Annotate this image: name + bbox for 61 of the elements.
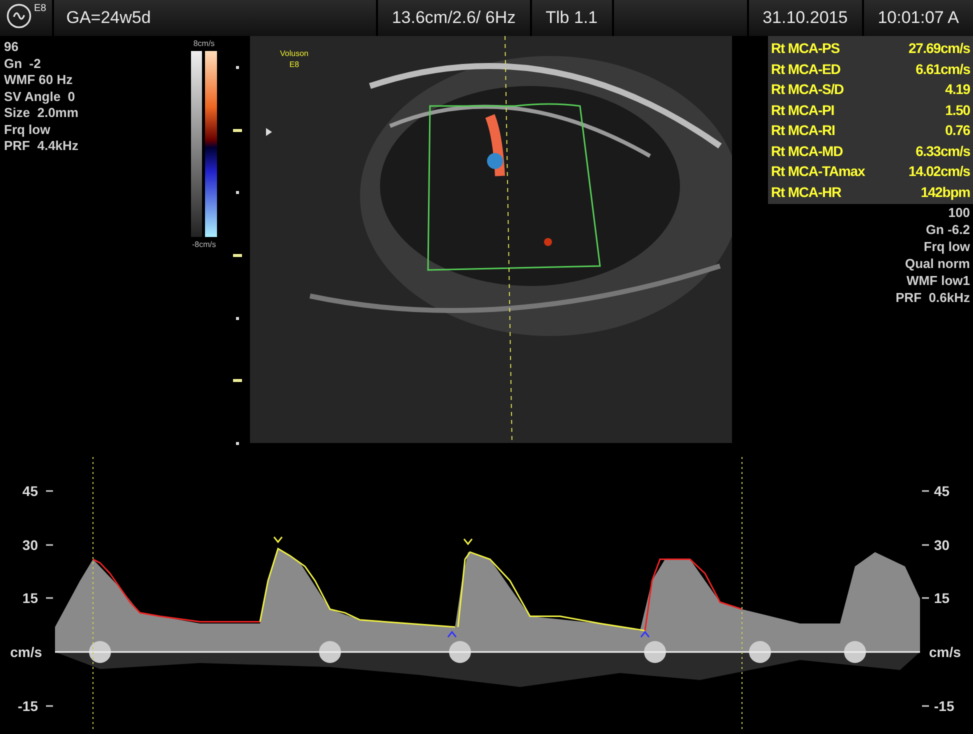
axis-tick-label: 45 (934, 483, 950, 499)
depth-mark (232, 379, 242, 382)
model-label: E8 (34, 3, 46, 14)
parameter-text: PRF 4.4kHz (4, 138, 80, 154)
axis-unit-label: cm/s (929, 644, 961, 660)
depth-mark (236, 442, 238, 445)
parameter-text: 100 (948, 204, 970, 221)
measurement-value: 1.50 (945, 100, 970, 120)
measurement-label: Rt MCA-RI (771, 121, 835, 140)
axis-tick-mark (922, 705, 929, 707)
axis-tick-label: 45 (22, 483, 38, 499)
axis-tick-mark (46, 705, 53, 707)
measurement-value: 0.76 (945, 121, 970, 140)
parameter-text: Qual norm (904, 255, 970, 272)
axis-tick-mark (46, 544, 53, 546)
parameter-text: Frq low (4, 122, 52, 138)
parameter-text: Gn -2 (4, 56, 42, 72)
measurement-label: Rt MCA-PI (771, 100, 834, 120)
logo-icon (6, 3, 32, 29)
axis-tick-label: 30 (22, 537, 38, 553)
axis-tick-label: -15 (18, 698, 38, 714)
measurement-label: Rt MCA-MD (771, 142, 843, 160)
measurement-value: 27.69cm/s (908, 39, 970, 58)
probe-label: E8 (289, 59, 300, 70)
parameter-text: Gn -6.2 (926, 221, 970, 238)
axis-tick-mark (46, 490, 53, 492)
axis-tick-label: 15 (934, 590, 950, 606)
axis-tick-label: -15 (934, 698, 954, 714)
axis-tick-mark (46, 597, 53, 599)
parameter-text: SV Angle 0 (4, 88, 76, 105)
scale-max-label: 8cm/s (193, 39, 215, 48)
axis-tick-label: 15 (22, 590, 38, 606)
depth-mark (232, 128, 242, 132)
header-field: GA=24w5d (66, 8, 151, 28)
parameter-text: WMF low1 (906, 272, 970, 289)
depth-mark (236, 316, 238, 320)
depth-mark (236, 191, 238, 194)
axis-tick-mark (922, 597, 929, 599)
measurement-label: Rt MCA-ED (771, 60, 840, 78)
axis-tick-mark (922, 544, 929, 546)
parameter-text: Frq low (924, 238, 970, 255)
parameter-text: PRF 0.6kHz (896, 289, 970, 306)
measurement-value: 14.02cm/s (908, 162, 970, 181)
measurement-label: Rt MCA-TAmax (771, 162, 865, 181)
measurement-value: 6.33cm/s (916, 142, 970, 160)
probe-label: Voluson (280, 48, 308, 59)
parameter-text: Size 2.0mm (4, 105, 80, 122)
depth-mark (232, 254, 242, 257)
measurement-label: Rt MCA-S/D (771, 80, 844, 99)
measurement-value: 142bpm (920, 182, 970, 202)
measurement-label: Rt MCA-HR (771, 182, 842, 202)
depth-mark (236, 66, 238, 69)
measurement-value: 6.61cm/s (916, 60, 970, 78)
parameter-text: 96 (4, 39, 20, 56)
scale-min-label: -8cm/s (192, 240, 216, 249)
axis-unit-label: cm/s (10, 644, 42, 660)
measurement-label: Rt MCA-PS (771, 39, 840, 58)
measurement-value: 4.19 (945, 80, 970, 99)
parameter-text: WMF 60 Hz (4, 72, 74, 88)
axis-tick-mark (922, 490, 929, 492)
axis-tick-label: 30 (934, 537, 950, 553)
